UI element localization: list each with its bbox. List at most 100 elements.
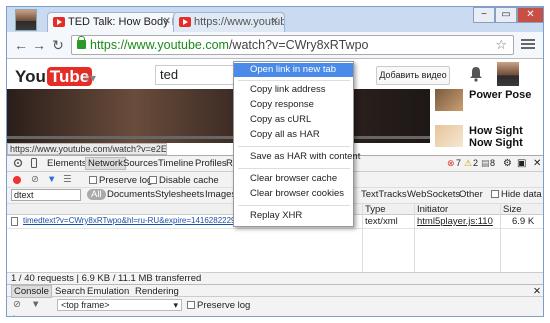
close-drawer-icon[interactable]: ✕: [533, 286, 541, 297]
record-icon[interactable]: [13, 176, 21, 184]
settings-gear-icon[interactable]: ⚙: [503, 158, 512, 169]
frame-selector-value: <top frame>: [61, 300, 110, 310]
filter-type-other[interactable]: Other: [459, 189, 483, 200]
menu-item-copy-all-as-har[interactable]: Copy all as HAR: [234, 128, 353, 142]
console-prompt[interactable]: ›: [13, 312, 16, 316]
sidebar-video-title[interactable]: Now Sight: [469, 137, 523, 149]
video-progress-bar[interactable]: [7, 136, 430, 139]
menu-item-copy-as-curl[interactable]: Copy as cURL: [234, 113, 353, 127]
sidebar-video-title[interactable]: How Sight: [469, 125, 529, 137]
dropdown-arrow-icon: ▾: [173, 300, 178, 310]
clear-icon[interactable]: ⊘: [31, 174, 39, 185]
reload-icon[interactable]: ↻: [50, 37, 66, 53]
bookmark-star-icon[interactable]: ☆: [495, 36, 507, 54]
filter-type-stylesheets[interactable]: Stylesheets: [155, 189, 204, 200]
error-count-icon[interactable]: ⊗: [447, 158, 455, 169]
close-tab-icon[interactable]: ✕: [163, 16, 171, 27]
tab-elements[interactable]: Elements: [47, 158, 87, 169]
drawer-tab-console[interactable]: Console: [11, 285, 52, 298]
console-filter-icon[interactable]: ▼: [31, 299, 40, 310]
browser-toolbar: ← → ↻ https://www.youtube.com/watch?v=CW…: [7, 32, 543, 59]
filter-icon[interactable]: ▼: [47, 174, 56, 185]
filter-type-texttracks[interactable]: TextTracks: [361, 189, 407, 200]
close-tab-icon[interactable]: ✕: [271, 16, 279, 27]
back-arrow-icon[interactable]: ←: [13, 37, 29, 53]
filter-type-images[interactable]: Images: [205, 189, 236, 200]
menu-item-clear-cache[interactable]: Clear browser cache: [234, 172, 353, 186]
guide-menu-icon[interactable]: ≡▾: [83, 71, 96, 85]
logo-you: You: [15, 67, 46, 86]
youtube-logo[interactable]: You Tube: [15, 67, 93, 87]
tab-profiles[interactable]: Profiles: [195, 158, 227, 169]
inspect-element-icon[interactable]: [13, 158, 23, 168]
drawer-tab-emulation[interactable]: Emulation: [87, 286, 129, 297]
frame-selector[interactable]: <top frame> ▾: [57, 299, 182, 311]
menu-item-replay-xhr[interactable]: Replay XHR: [234, 209, 353, 223]
notifications-bell-icon[interactable]: [469, 66, 483, 82]
tab-youtube-url[interactable]: https://www.youtube.com ✕: [173, 12, 285, 32]
tab-resources[interactable]: R: [226, 158, 233, 169]
disable-cache-label: Disable cache: [159, 175, 219, 186]
context-menu: Open link in new tab Copy link address C…: [233, 61, 360, 227]
video-player[interactable]: [7, 89, 430, 143]
preserve-log-checkbox[interactable]: Preserve log: [89, 175, 152, 186]
menu-item-copy-link-address[interactable]: Copy link address: [234, 83, 353, 97]
menu-divider: [238, 146, 350, 147]
video-thumbnail[interactable]: [435, 89, 463, 111]
dock-side-icon[interactable]: ▣: [517, 158, 526, 169]
tab-timeline[interactable]: Timeline: [158, 158, 194, 169]
filter-input[interactable]: dtext: [11, 189, 81, 201]
filter-type-websockets[interactable]: WebSockets: [407, 189, 460, 200]
menu-item-clear-cookies[interactable]: Clear browser cookies: [234, 187, 353, 201]
youtube-favicon-icon: [53, 17, 65, 27]
link-hover-status: https://www.youtube.com/watch?v=e2EAD-b7…: [7, 143, 167, 155]
address-bar[interactable]: https://www.youtube.com/watch?v=CWry8xRT…: [71, 35, 514, 55]
sidebar-video-title[interactable]: Power Pose: [469, 89, 531, 101]
preserve-log-label: Preserve log: [99, 175, 153, 186]
menu-item-open-link-new-tab[interactable]: Open link in new tab: [234, 63, 353, 77]
error-count: 7: [456, 158, 462, 168]
console-toolbar: ⊘ ▼ <top frame> ▾ Preserve log: [7, 298, 543, 312]
request-list-empty: [7, 229, 543, 272]
hide-data-urls-label: Hide data UF: [501, 189, 543, 200]
minimize-button[interactable]: −: [473, 7, 495, 23]
console-preserve-log-checkbox[interactable]: Preserve log: [187, 300, 250, 311]
clear-console-icon[interactable]: ⊘: [13, 299, 21, 310]
video-thumbnail[interactable]: [435, 125, 463, 147]
warning-count-icon[interactable]: ⚠: [464, 158, 472, 169]
lock-icon: [77, 36, 86, 49]
chrome-menu-icon[interactable]: [521, 37, 535, 51]
disable-cache-checkbox[interactable]: Disable cache: [149, 175, 219, 186]
menu-item-save-as-har[interactable]: Save as HAR with content: [234, 150, 360, 164]
close-window-button[interactable]: ✕: [517, 7, 543, 23]
column-type[interactable]: Type: [365, 204, 386, 215]
profile-avatar[interactable]: [15, 9, 37, 31]
filter-type-documents[interactable]: Documents: [107, 189, 155, 200]
column-initiator[interactable]: Initiator: [417, 204, 448, 215]
column-divider: [414, 203, 415, 272]
column-size[interactable]: Size: [503, 204, 521, 215]
youtube-favicon-icon: [179, 17, 191, 27]
hide-data-urls-checkbox[interactable]: Hide data UF: [491, 189, 543, 200]
drawer-tab-search[interactable]: Search: [55, 286, 85, 297]
request-initiator[interactable]: html5player.js:110: [417, 216, 493, 227]
file-icon: [11, 217, 20, 228]
tab-ted-talk[interactable]: TED Talk: How Body Lang ✕: [47, 12, 177, 32]
device-mode-icon[interactable]: [29, 158, 39, 168]
forward-arrow-icon[interactable]: →: [31, 37, 47, 53]
menu-divider: [238, 205, 350, 206]
request-type: text/xml: [365, 216, 398, 227]
menu-item-copy-response[interactable]: Copy response: [234, 98, 353, 112]
filter-type-all[interactable]: All: [87, 189, 106, 200]
maximize-button[interactable]: ▭: [495, 7, 517, 23]
network-summary: 1 / 40 requests | 6.9 KB / 11.1 MB trans…: [7, 272, 543, 284]
tab-sources[interactable]: Sources: [123, 158, 158, 169]
column-divider: [500, 203, 501, 272]
view-list-icon[interactable]: ☰: [63, 174, 72, 185]
request-size: 6.9 K: [512, 216, 535, 227]
tab-network[interactable]: Network: [85, 157, 126, 170]
drawer-tab-rendering[interactable]: Rendering: [135, 286, 179, 297]
close-devtools-icon[interactable]: ✕: [533, 158, 541, 169]
upload-video-button[interactable]: Добавить видео: [376, 66, 450, 85]
account-avatar[interactable]: [497, 62, 519, 86]
